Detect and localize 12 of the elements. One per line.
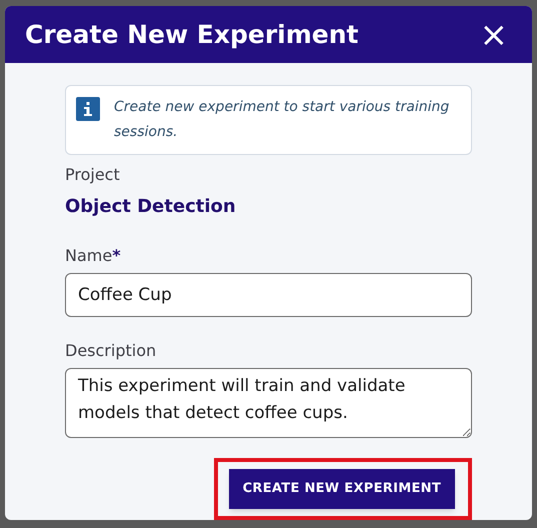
field-label: Name <box>65 245 112 267</box>
create-experiment-button[interactable]: CREATE NEW EXPERIMENT <box>228 469 455 509</box>
dialog-title: Create New Experiment <box>25 18 358 51</box>
info-text: Create new experiment to start various training sessions. <box>114 98 450 142</box>
info-icon <box>76 97 100 121</box>
name-field[interactable]: Coffee Cup <box>65 273 472 317</box>
field-label: Description <box>65 340 156 362</box>
project-label: Project <box>65 164 121 186</box>
project-name: Object Detection <box>65 195 237 219</box>
required-mark: * <box>112 245 121 267</box>
close-button[interactable]: × <box>480 18 508 52</box>
description-field[interactable]: This experiment will train and validate models that detect coffee cups. <box>65 368 472 438</box>
